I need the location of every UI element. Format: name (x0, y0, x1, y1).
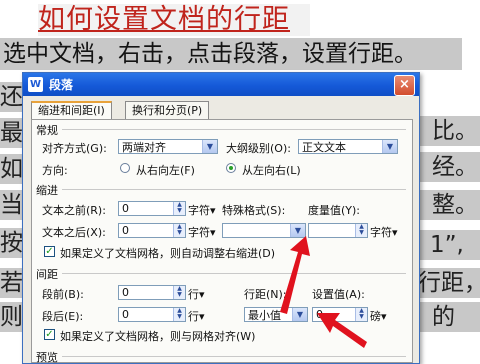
document-title: 如何设置文档的行距 (38, 4, 310, 36)
snap-to-grid-label: 如果定义了文档网格，则与网格对齐(W) (60, 330, 256, 343)
document-fragment: 则按 (0, 302, 22, 332)
rtl-label: 从右向左(F) (136, 164, 195, 177)
alignment-select[interactable]: 两端对齐 ▼ (118, 139, 218, 154)
setting-value-input[interactable]: 0 ▲ ▼ (312, 307, 368, 322)
line-spacing-label: 行距(N): (244, 288, 287, 301)
indent-before-label: 文本之前(R): (42, 204, 106, 217)
line-spacing-value: 最小值 (248, 309, 281, 322)
measure-input[interactable]: ▲ ▼ (308, 223, 368, 238)
measure-label: 度量值(Y): (308, 204, 361, 217)
section-divider (62, 129, 406, 130)
wps-app-icon: W (28, 77, 43, 92)
setting-value-unit[interactable]: 磅▾ (370, 308, 387, 324)
space-before-input[interactable]: 0 ▲ ▼ (118, 285, 186, 300)
auto-right-indent-checkbox[interactable]: ✓ (44, 246, 55, 257)
spinner-icon[interactable]: ▲ ▼ (173, 308, 185, 321)
document-fragment: 经。 (418, 152, 480, 182)
spinner-icon[interactable]: ▲ ▼ (173, 224, 185, 237)
measure-unit[interactable]: 字符▾ (370, 224, 398, 240)
chevron-down-icon: ▼ (202, 140, 217, 153)
spinner-icon[interactable]: ▲ ▼ (173, 202, 185, 215)
indent-before-value: 0 (122, 202, 129, 215)
chevron-down-icon: ▼ (290, 224, 305, 237)
tab-line-page-breaks[interactable]: 换行和分页(P) (125, 101, 210, 119)
space-after-value: 0 (122, 308, 129, 321)
line-spacing-select[interactable]: 最小值 ▼ (244, 307, 308, 322)
document-fragment: 比。 (418, 116, 480, 146)
document-fragment: 整。 (418, 190, 480, 220)
space-before-label: 段前(B): (42, 288, 84, 301)
indent-after-value: 0 (122, 224, 129, 237)
spinner-icon[interactable]: ▲ ▼ (355, 224, 367, 237)
rtl-radio[interactable] (120, 163, 130, 173)
spinner-icon[interactable]: ▲ ▼ (355, 308, 367, 321)
document-fragment: 最 (0, 118, 22, 148)
snap-to-grid-checkbox[interactable]: ✓ (44, 329, 55, 340)
section-divider (62, 273, 406, 274)
auto-right-indent-label: 如果定义了文档网格，则自动调整右缩进(D) (60, 247, 276, 260)
document-fragment: 1”, (418, 230, 480, 260)
document-fragment: 如 (0, 154, 22, 184)
spinner-icon[interactable]: ▲ ▼ (173, 286, 185, 299)
space-after-unit[interactable]: 行▾ (188, 308, 205, 324)
ltr-radio[interactable] (226, 163, 236, 173)
document-line-1: 选中文档，右击，点击段落，设置行距。 (0, 38, 462, 70)
preview-heading: 预览 (36, 351, 58, 364)
document-fragment: 按 (0, 228, 22, 258)
alignment-value: 两端对齐 (122, 141, 166, 154)
section-divider (62, 356, 406, 357)
indent-after-label: 文本之后(X): (42, 226, 106, 239)
chevron-down-icon: ▼ (382, 140, 397, 153)
space-before-unit[interactable]: 行▾ (188, 286, 205, 302)
indent-after-input[interactable]: 0 ▲ ▼ (118, 223, 186, 238)
dialog-titlebar[interactable]: W 段落 × (23, 73, 419, 96)
document-fragment: 若是 (0, 268, 22, 298)
setting-value-label: 设置值(A): (312, 288, 365, 301)
special-format-select[interactable]: ▼ (222, 223, 306, 238)
indent-before-input[interactable]: 0 ▲ ▼ (118, 201, 186, 216)
section-divider (62, 189, 406, 190)
close-button[interactable]: × (394, 75, 415, 96)
space-after-input[interactable]: 0 ▲ ▼ (118, 307, 186, 322)
document-fragment: 的 (418, 302, 480, 332)
document-fragment: 还 (0, 82, 22, 112)
indent-after-unit[interactable]: 字符▾ (188, 224, 216, 240)
chevron-down-icon: ▼ (292, 308, 307, 321)
special-format-label: 特殊格式(S): (222, 204, 286, 217)
space-after-label: 段后(E): (42, 310, 84, 323)
indent-heading: 缩进 (36, 184, 58, 197)
alignment-label: 对齐方式(G): (42, 142, 107, 155)
setting-value: 0 (316, 308, 323, 321)
paragraph-dialog: W 段落 × 缩进和间距(I) 换行和分页(P) 常规 对齐方式(G): 两端对… (22, 72, 420, 364)
tab-indent-spacing[interactable]: 缩进和间距(I) (31, 101, 112, 119)
outline-level-value: 正文文本 (302, 141, 346, 154)
document-fragment: 行距， (418, 268, 480, 298)
dialog-title: 段落 (49, 78, 74, 92)
outline-level-label: 大纲级别(O): (226, 142, 291, 155)
spacing-heading: 间距 (36, 268, 58, 281)
tab-panel: 常规 对齐方式(G): 两端对齐 ▼ 大纲级别(O): 正文文本 ▼ 方向: 从… (31, 119, 413, 363)
space-before-value: 0 (122, 286, 129, 299)
outline-level-select[interactable]: 正文文本 ▼ (298, 139, 398, 154)
direction-label: 方向: (42, 164, 68, 177)
ltr-label: 从左向右(L) (242, 164, 301, 177)
document-fragment: 当 (0, 190, 22, 220)
indent-before-unit[interactable]: 字符▾ (188, 202, 216, 218)
general-heading: 常规 (36, 124, 58, 137)
